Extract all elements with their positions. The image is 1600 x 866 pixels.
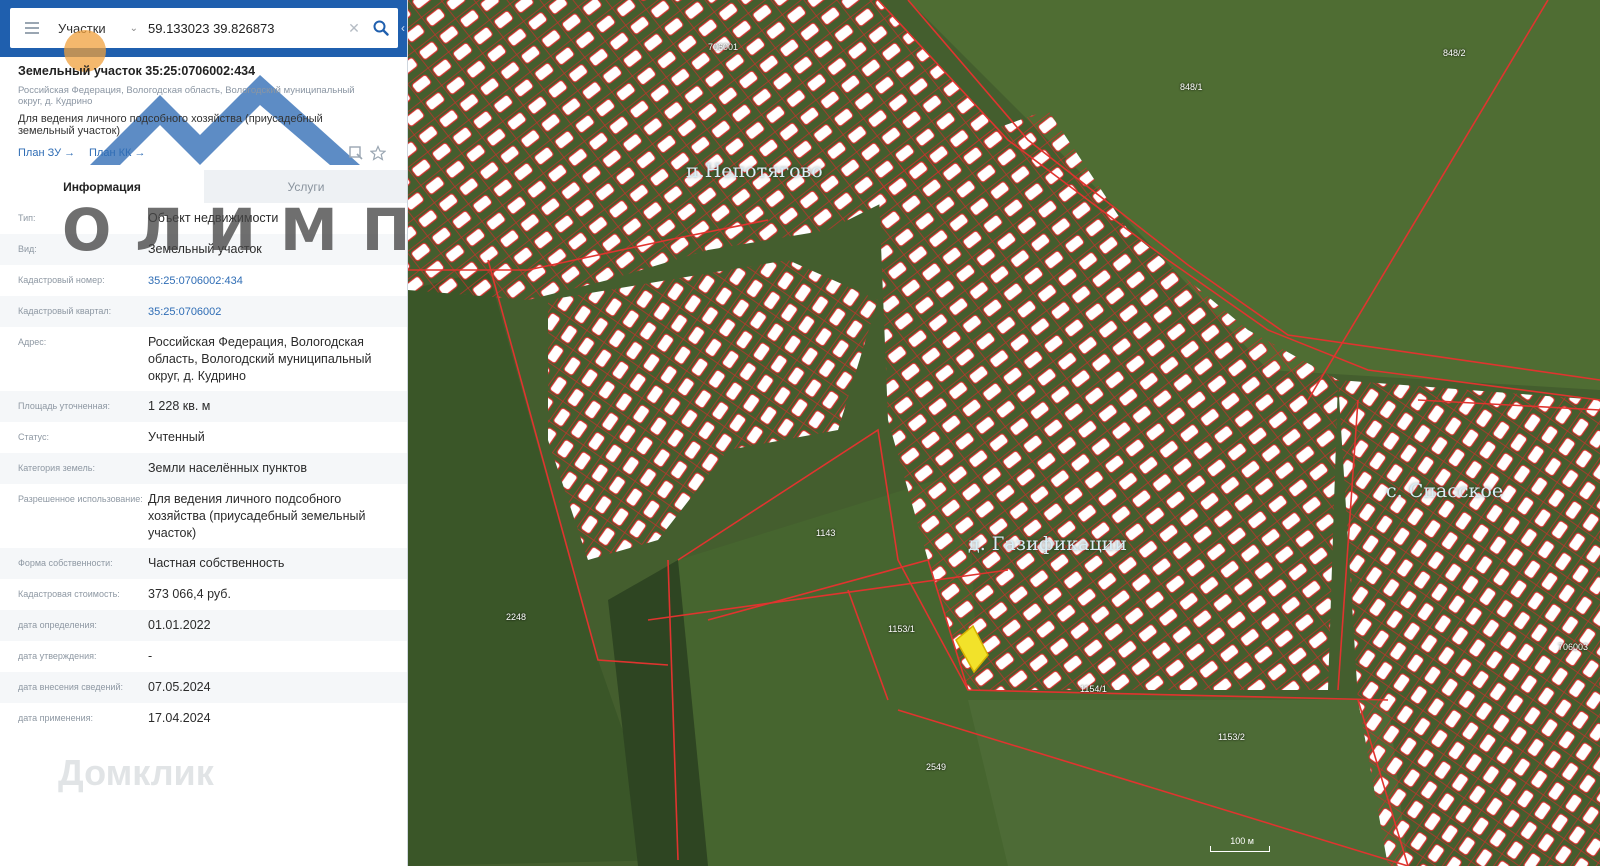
row-value: Российская Федерация, Вологодская област… bbox=[148, 335, 372, 383]
plan-kk-link[interactable]: План КК → bbox=[89, 147, 145, 159]
table-row: Площадь уточненная: 1 228 кв. м bbox=[0, 391, 407, 422]
search-icon[interactable] bbox=[364, 8, 398, 48]
map-label-706001: 706001 bbox=[708, 42, 739, 52]
row-label: дата применения: bbox=[18, 713, 94, 723]
row-value: Учтенный bbox=[148, 430, 205, 444]
cadastral-map[interactable]: 706001 848/2 848/1 1143 1153/1 1154/1 11… bbox=[408, 0, 1600, 866]
row-label: дата утверждения: bbox=[18, 651, 97, 661]
map-label-848-2: 848/2 bbox=[1443, 48, 1466, 58]
parcel-use: Для ведения личного подсобного хозяйства… bbox=[18, 113, 323, 137]
map-label-706003: 706003 bbox=[1558, 642, 1589, 652]
table-row: дата применения: 17.04.2024 bbox=[0, 703, 407, 734]
collapse-panel-icon[interactable]: ‹ bbox=[398, 8, 407, 48]
map-canvas bbox=[408, 0, 1600, 866]
search-bar: Участки ⌄ ✕ ‹ bbox=[0, 0, 407, 57]
print-icon[interactable] bbox=[348, 145, 366, 163]
parcel-title: Земельный участок 35:25:0706002:434 bbox=[18, 64, 256, 78]
row-value: 17.04.2024 bbox=[148, 711, 211, 725]
row-label: дата внесения сведений: bbox=[18, 682, 123, 692]
cadastral-number-link[interactable]: 35:25:0706002:434 bbox=[148, 265, 398, 296]
field-se bbox=[968, 700, 1408, 866]
map-label-2248: 2248 bbox=[506, 612, 527, 622]
map-label-1143: 1143 bbox=[816, 528, 836, 538]
clear-icon[interactable]: ✕ bbox=[344, 20, 364, 37]
place-label-gazifikatsii: д. Газификации bbox=[968, 533, 1127, 555]
row-value: 01.01.2022 bbox=[148, 618, 211, 632]
info-panel: Участки ⌄ ✕ ‹ Земельный участок 35:25:07… bbox=[0, 0, 408, 866]
row-value: Для ведения личного подсобного хозяйства… bbox=[148, 492, 366, 540]
row-label: Адрес: bbox=[18, 337, 47, 347]
row-value: 1 228 кв. м bbox=[148, 399, 211, 413]
scale-bar bbox=[1210, 846, 1270, 852]
row-label: Разрешенное использование: bbox=[18, 494, 143, 504]
plan-zu-link[interactable]: План ЗУ → bbox=[18, 147, 75, 159]
row-value: 373 066,4 руб. bbox=[148, 587, 231, 601]
table-row: Разрешенное использование: Для ведения ли… bbox=[0, 484, 407, 548]
parcel-address: Российская Федерация, Вологодская област… bbox=[18, 85, 355, 107]
table-row: Адрес: Российская Федерация, Вологодская … bbox=[0, 327, 407, 391]
row-label: Кадастровый номер: bbox=[18, 275, 105, 285]
chevron-down-icon: ⌄ bbox=[129, 22, 139, 34]
scale-label: 100 м bbox=[1230, 836, 1254, 846]
table-row: Статус: Учтенный bbox=[0, 422, 407, 453]
place-label-nepotyagovo: п.Непотягово bbox=[686, 160, 823, 182]
table-row: Кадастровый номер: 35:25:0706002:434 bbox=[0, 265, 407, 296]
table-row: Форма собственности: Частная собственност… bbox=[0, 548, 407, 579]
map-label-2549: 2549 bbox=[926, 762, 947, 772]
place-label-spasskoe: с. Спасское bbox=[1386, 480, 1504, 502]
settlement-spasskoe bbox=[1338, 380, 1600, 866]
star-icon[interactable] bbox=[369, 145, 388, 163]
cadastral-quarter-link[interactable]: 35:25:0706002 bbox=[148, 296, 398, 327]
menu-icon[interactable] bbox=[10, 8, 54, 48]
table-row: дата утверждения: - bbox=[0, 641, 407, 672]
attribute-table: Тип: Объект недвижимости Вид: Земельный уч… bbox=[0, 203, 407, 734]
row-label: дата определения: bbox=[18, 620, 97, 630]
row-value: 07.05.2024 bbox=[148, 680, 211, 694]
row-value: Частная собственность bbox=[148, 556, 285, 570]
map-label-1153-2: 1153/2 bbox=[1218, 732, 1245, 742]
table-row: Кадастровая стоимость: 373 066,4 руб. bbox=[0, 579, 407, 610]
map-label-1153-1: 1153/1 bbox=[888, 624, 915, 634]
map-label-848-1: 848/1 bbox=[1180, 82, 1203, 92]
row-label: Площадь уточненная: bbox=[18, 401, 110, 411]
row-value: - bbox=[148, 649, 153, 663]
domclick-watermark: Домклик bbox=[58, 752, 214, 793]
row-label: Категория земель: bbox=[18, 463, 95, 473]
table-row: дата внесения сведений: 07.05.2024 bbox=[0, 672, 407, 703]
row-label: Кадастровый квартал: bbox=[18, 306, 112, 316]
row-label: Форма собственности: bbox=[18, 558, 113, 568]
table-row: дата определения: 01.01.2022 bbox=[0, 610, 407, 641]
row-value: Земли населённых пунктов bbox=[148, 461, 307, 475]
row-label: Статус: bbox=[18, 432, 49, 442]
map-label-1154-1: 1154/1 bbox=[1080, 684, 1107, 694]
olimp-watermark: ОЛИМП bbox=[62, 196, 408, 264]
row-label: Кадастровая стоимость: bbox=[18, 589, 120, 599]
table-row: Категория земель: Земли населённых пункто… bbox=[0, 453, 407, 484]
table-row: Кадастровый квартал: 35:25:0706002 bbox=[0, 296, 407, 327]
search-input[interactable] bbox=[142, 8, 344, 48]
